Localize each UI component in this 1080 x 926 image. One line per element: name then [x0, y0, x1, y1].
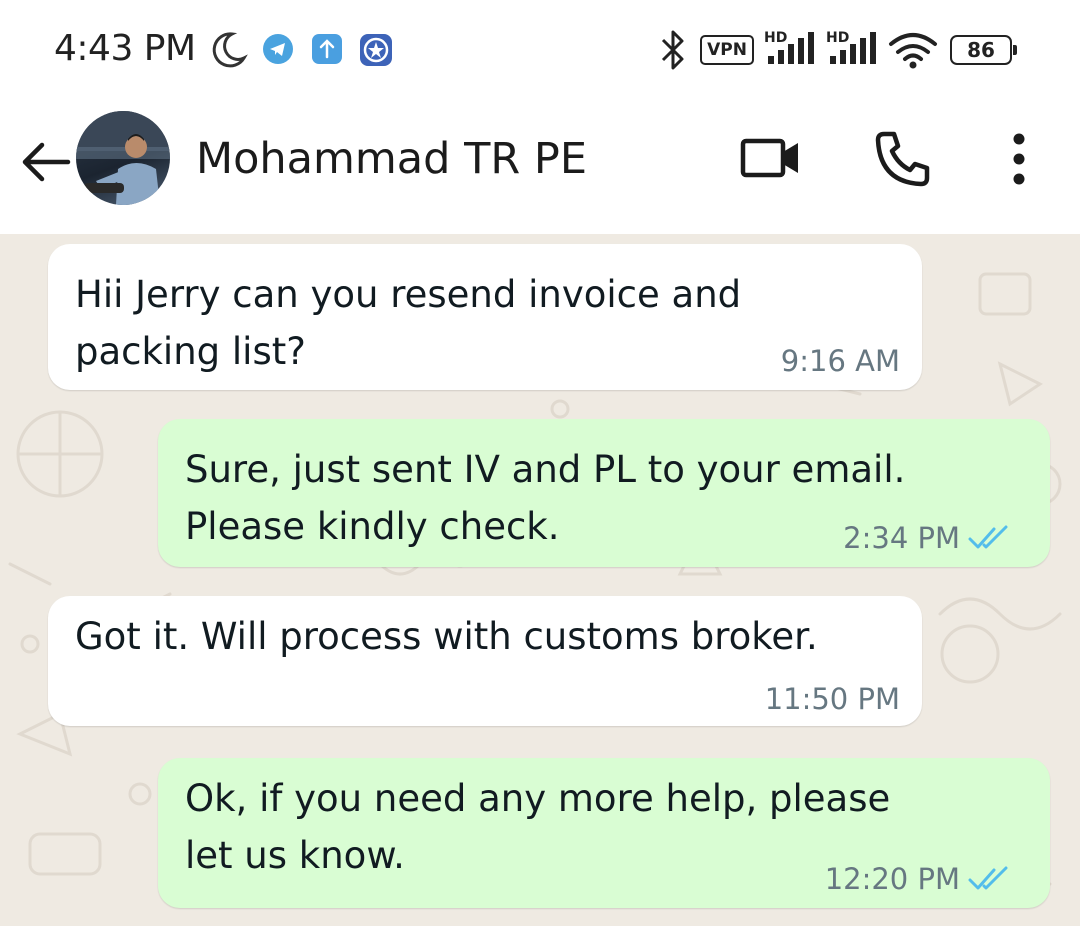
upload-icon: [312, 34, 342, 64]
bluetooth-icon: [661, 30, 684, 70]
star-badge-icon: [360, 34, 392, 66]
message-time: 9:16 AM: [780, 344, 900, 378]
video-call-icon[interactable]: [738, 130, 804, 186]
message-time: 12:20 PM: [824, 862, 960, 896]
message-meta: 2:34 PM: [843, 521, 1010, 555]
message-bubble-incoming[interactable]: Got it. Will process with customs broker…: [48, 596, 922, 726]
telegram-icon: [263, 34, 293, 64]
message-meta: 12:20 PM: [825, 862, 1010, 896]
message-bubble-outgoing[interactable]: Ok, if you need any more help, please le…: [158, 758, 1050, 908]
message-meta: 11:50 PM: [765, 682, 900, 716]
message-meta: 9:16 AM: [781, 344, 900, 378]
message-text: Hii Jerry can you resend invoice and pac…: [75, 273, 742, 373]
battery-icon: 86: [950, 35, 1017, 65]
message-text: Ok, if you need any more help, please le…: [185, 777, 891, 877]
signal-icon: HD: [764, 30, 814, 64]
message-text: Sure, just sent IV and PL to your email.…: [185, 448, 906, 548]
status-time: 4:43 PM: [54, 28, 196, 69]
chat-area[interactable]: Hii Jerry can you resend invoice and pac…: [0, 234, 1080, 926]
signal-icon: HD: [826, 30, 876, 64]
chat-header: Mohammad TR PE: [0, 100, 1080, 234]
double-check-icon: [968, 866, 1008, 890]
message-bubble-incoming[interactable]: Hii Jerry can you resend invoice and pac…: [48, 244, 922, 390]
message-time: 11:50 PM: [764, 682, 900, 716]
message-bubble-outgoing[interactable]: Sure, just sent IV and PL to your email.…: [158, 419, 1050, 567]
signal-label: HD: [826, 30, 849, 46]
message-time: 2:34 PM: [843, 521, 960, 555]
vpn-badge: VPN: [700, 35, 754, 65]
message-text: Got it. Will process with customs broker…: [75, 615, 818, 658]
moon-icon: [212, 32, 248, 68]
back-arrow-icon[interactable]: [18, 134, 74, 190]
more-options-icon[interactable]: [1000, 128, 1038, 190]
contact-avatar[interactable]: [76, 111, 170, 205]
double-check-icon: [968, 525, 1008, 549]
contact-name[interactable]: Mohammad TR PE: [196, 134, 587, 184]
battery-level: 86: [967, 38, 995, 62]
signal-label: HD: [764, 30, 787, 46]
vpn-label: VPN: [707, 40, 747, 60]
voice-call-icon[interactable]: [872, 128, 934, 190]
status-bar: 4:43 PM VPN HD HD 86: [0, 0, 1080, 100]
wifi-icon: [889, 33, 937, 69]
